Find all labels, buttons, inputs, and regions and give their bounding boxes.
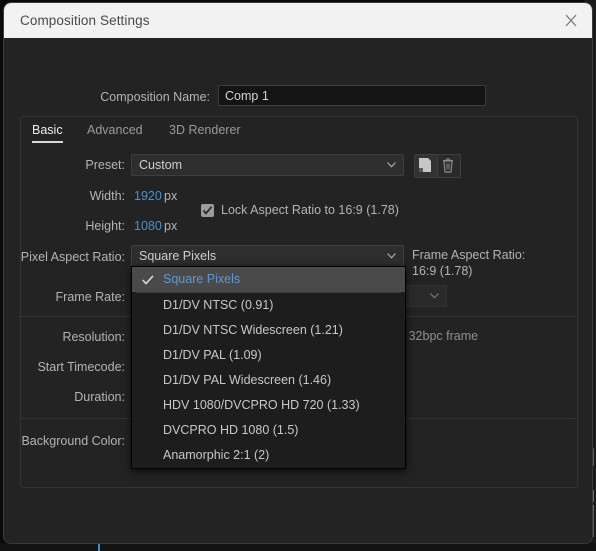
option-label: Anamorphic 2:1 (2) bbox=[163, 448, 270, 462]
option-hdv-1080-dvcpro-hd-720[interactable]: HDV 1080/DVCPRO HD 720 (1.33) bbox=[132, 393, 405, 418]
option-label: D1/DV NTSC Widescreen (1.21) bbox=[163, 323, 343, 337]
pixel-aspect-ratio-dropdown[interactable]: Square Pixels bbox=[131, 245, 404, 267]
pixel-aspect-ratio-value: Square Pixels bbox=[139, 249, 217, 263]
composition-name-label: Composition Name: bbox=[100, 90, 210, 104]
resolution-label: Resolution: bbox=[62, 330, 125, 344]
option-label: D1/DV PAL (1.09) bbox=[163, 348, 262, 362]
option-label: Square Pixels bbox=[163, 272, 241, 286]
option-anamorphic-2-1[interactable]: Anamorphic 2:1 (2) bbox=[132, 443, 405, 468]
dialog-title: Composition Settings bbox=[20, 13, 150, 28]
width-unit: px bbox=[164, 189, 178, 203]
frame-aspect-ratio-label: Frame Aspect Ratio: bbox=[412, 248, 526, 262]
preset-value: Custom bbox=[139, 158, 183, 172]
height-value[interactable]: 1080 bbox=[134, 219, 162, 233]
check-icon bbox=[202, 206, 213, 215]
option-dvcpro-hd-1080[interactable]: DVCPRO HD 1080 (1.5) bbox=[132, 418, 405, 443]
dialog-titlebar: Composition Settings bbox=[4, 3, 592, 38]
lock-aspect-ratio-label: Lock Aspect Ratio to 16:9 (1.78) bbox=[221, 203, 399, 217]
start-timecode-label: Start Timecode: bbox=[37, 360, 125, 374]
option-d1-dv-pal-widescreen[interactable]: D1/DV PAL Widescreen (1.46) bbox=[132, 368, 405, 393]
option-label: D1/DV PAL Widescreen (1.46) bbox=[163, 373, 332, 387]
pixel-aspect-ratio-label: Pixel Aspect Ratio: bbox=[20, 250, 125, 264]
option-square-pixels[interactable]: Square Pixels bbox=[132, 267, 405, 292]
save-preset-icon[interactable] bbox=[414, 154, 438, 178]
close-icon[interactable] bbox=[560, 10, 582, 31]
dialog-body: Composition Name: Basic Advanced 3D Rend… bbox=[4, 38, 592, 543]
chevron-down-icon bbox=[387, 253, 396, 259]
width-value[interactable]: 1920 bbox=[134, 189, 162, 203]
height-unit: px bbox=[164, 219, 178, 233]
pixel-aspect-ratio-option-list[interactable]: Square Pixels D1/DV NTSC (0.91) D1/DV NT… bbox=[131, 266, 406, 469]
height-label: Height: bbox=[85, 219, 125, 233]
option-label: HDV 1080/DVCPRO HD 720 (1.33) bbox=[163, 398, 360, 412]
option-d1-dv-ntsc[interactable]: D1/DV NTSC (0.91) bbox=[132, 293, 405, 318]
lock-aspect-ratio-checkbox[interactable] bbox=[201, 204, 214, 217]
check-icon bbox=[142, 275, 154, 285]
preset-label: Preset: bbox=[85, 158, 125, 172]
composition-settings-dialog: Composition Settings Composition Name: B… bbox=[4, 3, 592, 543]
resolution-memory-note: er 32bpc frame bbox=[394, 329, 479, 343]
background-bottom-strip bbox=[0, 543, 596, 551]
frame-rate-label: Frame Rate: bbox=[55, 290, 125, 304]
option-label: D1/DV NTSC (0.91) bbox=[163, 298, 274, 312]
option-d1-dv-pal[interactable]: D1/DV PAL (1.09) bbox=[132, 343, 405, 368]
tab-3d-renderer[interactable]: 3D Renderer bbox=[169, 123, 241, 137]
composition-name-input[interactable] bbox=[218, 85, 486, 106]
background-color-label: Background Color: bbox=[21, 434, 125, 448]
trash-icon[interactable] bbox=[437, 154, 461, 178]
option-label: DVCPRO HD 1080 (1.5) bbox=[163, 423, 299, 437]
tab-advanced[interactable]: Advanced bbox=[87, 123, 143, 137]
tab-basic[interactable]: Basic bbox=[32, 123, 63, 143]
chevron-down-icon bbox=[430, 293, 439, 299]
frame-aspect-ratio-value: 16:9 (1.78) bbox=[412, 264, 473, 278]
chevron-down-icon bbox=[387, 162, 396, 168]
preset-dropdown[interactable]: Custom bbox=[131, 154, 404, 176]
duration-label: Duration: bbox=[74, 390, 125, 404]
option-d1-dv-ntsc-widescreen[interactable]: D1/DV NTSC Widescreen (1.21) bbox=[132, 318, 405, 343]
width-label: Width: bbox=[89, 189, 125, 203]
